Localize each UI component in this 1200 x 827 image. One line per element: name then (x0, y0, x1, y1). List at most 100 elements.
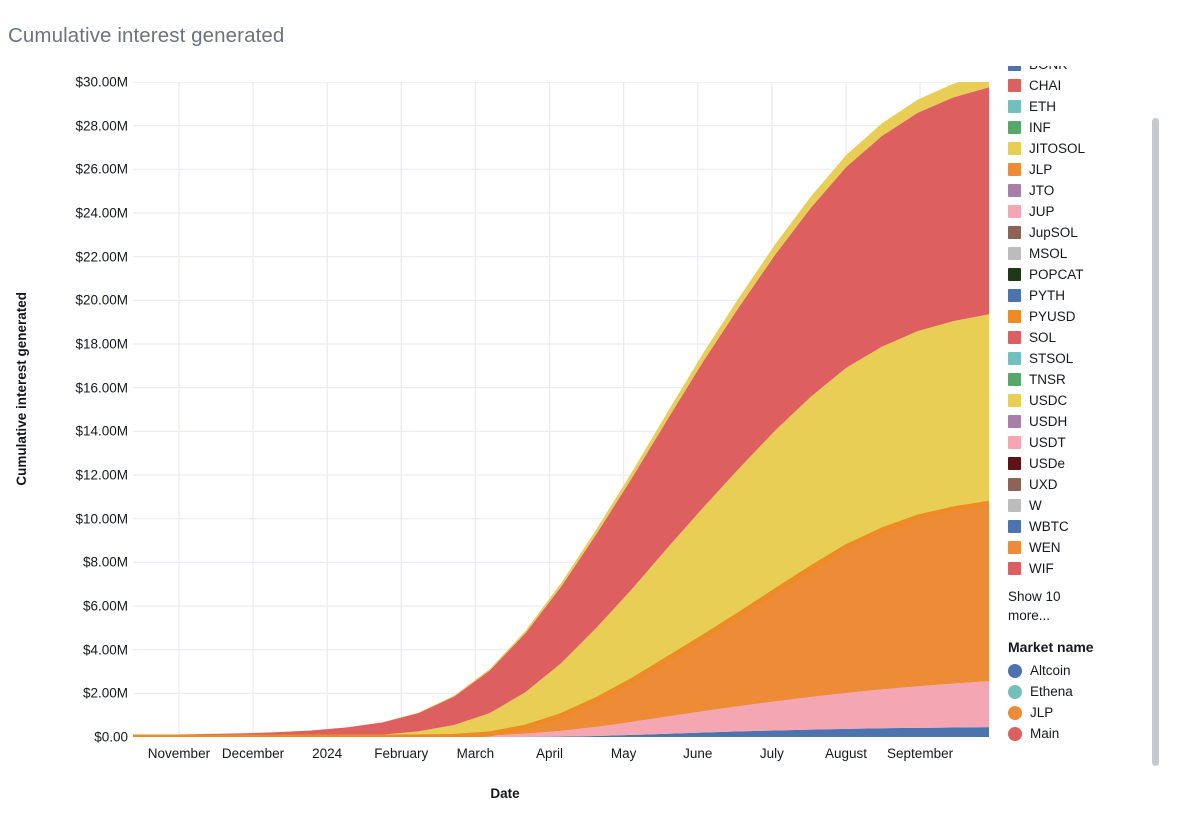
legend-item-label: ETH (1029, 98, 1056, 114)
legend-swatch-icon (1008, 310, 1021, 323)
legend-market-label: JLP (1030, 704, 1054, 720)
x-axis-tick-labels: November December 2024 February March April Ma… (0, 746, 1010, 772)
legend-swatch-icon (1008, 415, 1021, 428)
legend-market-label: Ethena (1030, 683, 1073, 699)
legend-item-usdh[interactable]: USDH (1008, 411, 1158, 432)
legend-swatch-icon (1008, 142, 1021, 155)
stacked-area-plot[interactable] (133, 82, 989, 737)
legend-scroll-content: BONK CHAI ETH INF JITOSOL JLP JTO JUP JupSOL MSOL… (1008, 66, 1158, 744)
legend-swatch-icon (1008, 352, 1021, 365)
legend-item-chai[interactable]: CHAI (1008, 75, 1158, 96)
y-tick-label: $18.00M (75, 336, 128, 352)
legend-item-label: STSOL (1029, 350, 1074, 366)
legend-item-popcat[interactable]: POPCAT (1008, 264, 1158, 285)
y-tick-label: $16.00M (75, 380, 128, 396)
legend-swatch-icon (1008, 163, 1021, 176)
legend-swatch-icon (1008, 121, 1021, 134)
x-tick-label: March (456, 746, 495, 761)
legend-scrollbar[interactable] (1152, 118, 1159, 766)
y-tick-label: $8.00M (82, 554, 128, 570)
legend-item-label: INF (1029, 119, 1051, 135)
y-tick-label: $6.00M (82, 598, 128, 614)
legend-swatch-icon (1008, 226, 1021, 239)
legend-item-label: PYTH (1029, 287, 1066, 303)
legend-item-label: MSOL (1029, 245, 1068, 261)
legend-item-jitosol[interactable]: JITOSOL (1008, 138, 1158, 159)
legend-swatch-icon (1008, 436, 1021, 449)
x-tick-label: June (683, 746, 713, 761)
legend-item-inf[interactable]: INF (1008, 117, 1158, 138)
legend[interactable]: BONK CHAI ETH INF JITOSOL JLP JTO JUP JupSOL MSOL… (1008, 66, 1158, 768)
x-tick-label: 2024 (312, 746, 343, 761)
area-series (133, 82, 989, 737)
legend-item-msol[interactable]: MSOL (1008, 243, 1158, 264)
legend-item-wbtc[interactable]: WBTC (1008, 516, 1158, 537)
legend-item-label: WBTC (1029, 518, 1069, 534)
y-tick-label: $20.00M (75, 292, 128, 308)
legend-item-label: USDC (1029, 392, 1068, 408)
legend-item-eth[interactable]: ETH (1008, 96, 1158, 117)
x-tick-label: August (824, 746, 867, 761)
legend-item-label: JUP (1029, 203, 1055, 219)
legend-market-item-main[interactable]: Main (1008, 723, 1158, 744)
legend-swatch-icon (1008, 499, 1021, 512)
legend-item-wif[interactable]: WIF (1008, 558, 1158, 579)
legend-swatch-icon (1008, 205, 1021, 218)
legend-item-tnsr[interactable]: TNSR (1008, 369, 1158, 390)
y-tick-label: $4.00M (82, 642, 128, 658)
y-tick-label: $30.00M (75, 74, 128, 90)
legend-marker-icon (1008, 663, 1022, 678)
legend-marker-icon (1008, 705, 1022, 720)
legend-item-label: CHAI (1029, 77, 1062, 93)
y-axis-tick-labels: $30.00M $28.00M $26.00M $24.00M $22.00M $20.0… (0, 0, 128, 827)
x-tick-label: February (374, 746, 429, 761)
y-tick-label: $26.00M (75, 161, 128, 177)
legend-show-more-link[interactable]: Show 10 more... (1008, 587, 1082, 625)
legend-market-label: Main (1030, 725, 1060, 741)
x-tick-label: May (610, 746, 637, 761)
legend-item-label: TNSR (1029, 371, 1066, 387)
legend-swatch-icon (1008, 562, 1021, 575)
y-tick-label: $2.00M (82, 685, 128, 701)
plot-svg (133, 82, 989, 737)
legend-item-wen[interactable]: WEN (1008, 537, 1158, 558)
legend-market-item-ethena[interactable]: Ethena (1008, 681, 1158, 702)
legend-item-label: SOL (1029, 329, 1057, 345)
legend-marker-icon (1008, 726, 1022, 741)
legend-item-sol[interactable]: SOL (1008, 327, 1158, 348)
y-tick-label: $28.00M (75, 118, 128, 134)
legend-swatch-icon (1008, 66, 1021, 71)
x-tick-label: November (147, 746, 211, 761)
legend-item-label: UXD (1029, 476, 1058, 492)
y-tick-label: $10.00M (75, 511, 128, 527)
legend-item-pyusd[interactable]: PYUSD (1008, 306, 1158, 327)
y-tick-label: $14.00M (75, 423, 128, 439)
legend-item-usdt[interactable]: USDT (1008, 432, 1158, 453)
legend-item-label: JITOSOL (1029, 140, 1086, 156)
x-tick-label: December (221, 746, 285, 761)
legend-swatch-icon (1008, 100, 1021, 113)
legend-swatch-icon (1008, 478, 1021, 491)
legend-market-item-altcoin[interactable]: Altcoin (1008, 660, 1158, 681)
legend-item-pyth[interactable]: PYTH (1008, 285, 1158, 306)
legend-item-uxd[interactable]: UXD (1008, 474, 1158, 495)
legend-item-stsol[interactable]: STSOL (1008, 348, 1158, 369)
legend-item-label: POPCAT (1029, 266, 1084, 282)
legend-item-bonk[interactable]: BONK (1008, 66, 1158, 75)
x-tick-label: April (535, 746, 564, 761)
legend-item-label: PYUSD (1029, 308, 1076, 324)
legend-market-item-jlp[interactable]: JLP (1008, 702, 1158, 723)
legend-item-label: JTO (1029, 182, 1055, 198)
x-tick-label: September (887, 746, 954, 761)
legend-item-jup[interactable]: JUP (1008, 201, 1158, 222)
legend-group-title: Market name (1008, 639, 1094, 655)
legend-item-label: USDT (1029, 434, 1066, 450)
legend-item-usdc[interactable]: USDC (1008, 390, 1158, 411)
legend-item-jupsol[interactable]: JupSOL (1008, 222, 1158, 243)
legend-item-usde[interactable]: USDe (1008, 453, 1158, 474)
legend-item-label: USDe (1029, 455, 1066, 471)
legend-item-jto[interactable]: JTO (1008, 180, 1158, 201)
legend-item-w[interactable]: W (1008, 495, 1158, 516)
legend-item-jlp[interactable]: JLP (1008, 159, 1158, 180)
legend-swatch-icon (1008, 247, 1021, 260)
